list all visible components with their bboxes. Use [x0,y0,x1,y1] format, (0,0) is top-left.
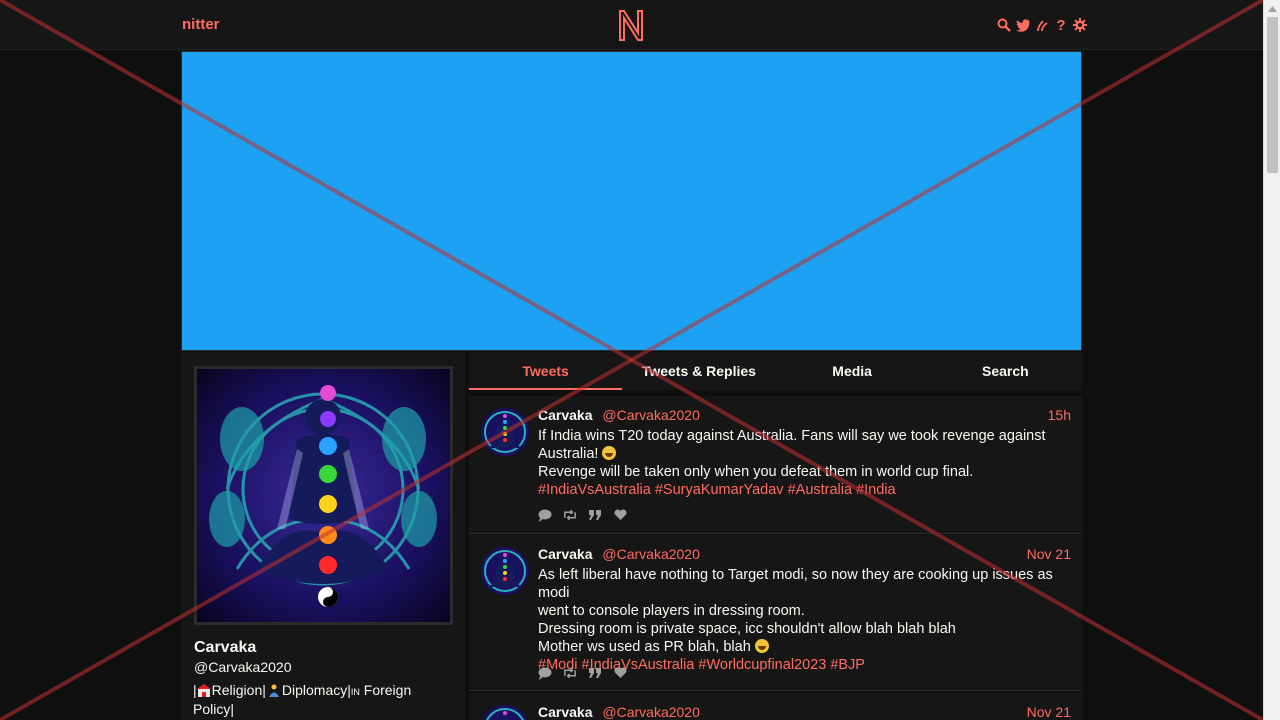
tweet-text-line: If India wins T20 today against Australi… [538,428,1046,444]
tweet-date[interactable]: Nov 21 [1027,546,1071,562]
tweet-content: As left liberal have nothing to Target m… [538,566,1071,674]
tweet-username[interactable]: @Carvaka2020 [602,546,700,562]
settings-icon[interactable] [1073,17,1087,33]
heart-icon[interactable] [613,508,627,522]
tab-media[interactable]: Media [776,352,929,390]
profile-fullname: Carvaka [194,639,257,656]
tweet-avatar[interactable] [481,408,529,456]
tweet-header: Carvaka @Carvaka2020 15h [538,407,1071,425]
nitter-logo-icon[interactable] [617,8,645,42]
profile-banner[interactable] [181,51,1082,351]
scroll-thumb[interactable] [1267,17,1278,173]
navbar: nitter ? [0,0,1263,50]
timeline-tabs: Tweets Tweets & Replies Media Search [469,352,1082,390]
profile-bio: | Religion| Diplomacy|IN Foreign Policy| [193,682,448,718]
tweet-text-line: As left liberal have nothing to Target m… [538,567,1053,601]
tweet-stats [538,666,627,680]
tweet-date[interactable]: Nov 21 [1027,704,1071,720]
tweet-text-line: Mother ws used as PR blah, blah [538,639,751,655]
tweet-stats [538,508,627,522]
retweet-icon[interactable] [563,666,577,680]
retweet-icon[interactable] [563,508,577,522]
page-scrollbar[interactable] [1263,0,1280,720]
tweet-item[interactable]: Carvaka @Carvaka2020 Nov 21 As left libe… [469,535,1082,691]
temple-icon [196,684,211,697]
tab-tweets-replies[interactable]: Tweets & Replies [622,352,775,390]
profile-card: Carvaka @Carvaka2020 | Religion| Diplomacy… [181,352,465,720]
quote-icon[interactable] [588,666,602,680]
tweet-text-line: Revenge will be taken only when you defe… [538,464,974,480]
rss-icon[interactable] [1035,17,1049,33]
tweet-header: Carvaka @Carvaka2020 Nov 21 [538,546,1071,564]
tweet-text-line: went to console players in dressing room… [538,603,805,619]
laughing-emoji-icon [602,446,617,460]
profile-avatar[interactable] [194,366,453,625]
bio-diplomacy: Diplomacy| [281,682,351,698]
bio-in-flag: IN [350,687,360,697]
tweet-hashtags[interactable]: #IndiaVsAustralia #SuryaKumarYadav #Aust… [538,481,1071,499]
help-icon[interactable]: ? [1054,17,1068,34]
comment-icon[interactable] [538,508,552,522]
tweet-username[interactable]: @Carvaka2020 [602,407,700,423]
tweet-text-line: Dressing room is private space, icc shou… [538,621,956,637]
bio-foreign: Foreign [359,682,412,698]
nitter-home-link[interactable]: nitter [182,16,220,33]
tweet-fullname[interactable]: Carvaka [538,546,593,562]
bio-religion: Religion| [211,682,266,698]
bio-policy: Policy| [193,701,234,717]
tweet-item[interactable]: Carvaka @Carvaka2020 Nov 21 [469,693,1082,720]
tweet-date[interactable]: 15h [1048,407,1071,423]
quote-icon[interactable] [588,508,602,522]
nav-icons: ? [997,15,1087,35]
tweet-avatar[interactable] [481,705,529,720]
scroll-up-arrow-icon[interactable] [1264,0,1280,17]
heart-icon[interactable] [613,666,627,680]
tweet-username[interactable]: @Carvaka2020 [602,704,700,720]
comment-icon[interactable] [538,666,552,680]
profile-username[interactable]: @Carvaka2020 [194,659,292,675]
tweet-content: If India wins T20 today against Australi… [538,427,1071,499]
tweet-fullname[interactable]: Carvaka [538,407,593,423]
tweet-fullname[interactable]: Carvaka [538,704,593,720]
twitter-icon[interactable] [1016,17,1030,33]
tweet-avatar[interactable] [481,547,529,595]
search-icon[interactable] [997,17,1011,33]
handshake-icon [267,684,281,697]
tweet-header: Carvaka @Carvaka2020 Nov 21 [538,704,1071,720]
tweet-text-line: Australia! [538,446,599,462]
tweet-item[interactable]: Carvaka @Carvaka2020 15h If India wins T… [469,396,1082,534]
tab-tweets[interactable]: Tweets [469,352,623,390]
laughing-emoji-icon [754,639,769,653]
tab-search[interactable]: Search [929,352,1082,390]
